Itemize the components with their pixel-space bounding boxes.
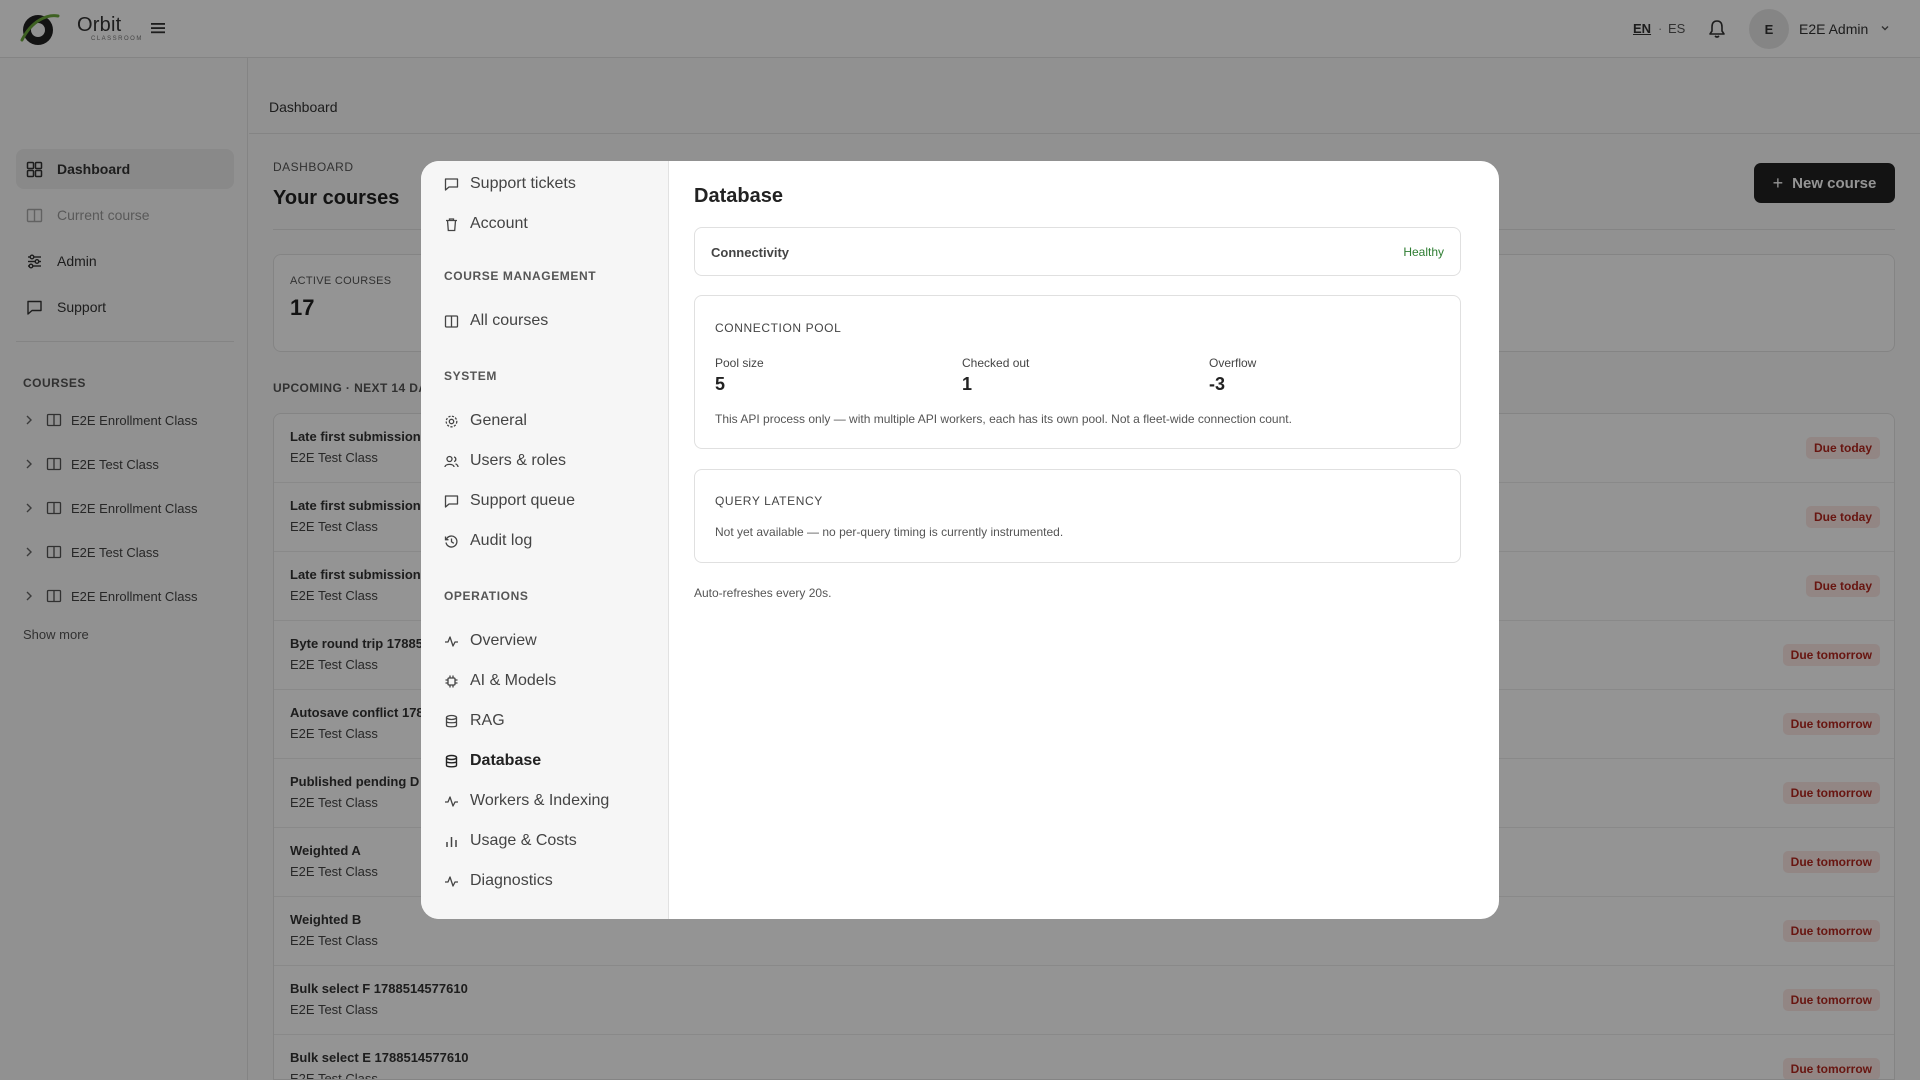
modal-nav-label: Overview: [470, 632, 537, 649]
modal-nav-label: General: [470, 412, 527, 429]
chat-icon: [444, 177, 459, 191]
checked-out-stat: Checked out 1: [962, 356, 1029, 395]
modal-nav-label: Support tickets: [470, 175, 576, 192]
modal-nav-label: Support queue: [470, 492, 575, 509]
connectivity-card: Connectivity Healthy: [694, 227, 1461, 276]
modal-nav-account[interactable]: Account: [444, 211, 528, 237]
users-icon: [444, 455, 459, 467]
modal-nav-label: Account: [470, 215, 528, 232]
bar-chart-icon: [446, 836, 457, 847]
pulse-icon: [445, 875, 458, 887]
database-icon: [445, 714, 458, 727]
history-icon: [444, 534, 458, 548]
pulse-icon: [445, 795, 458, 807]
modal-nav-label: RAG: [470, 712, 505, 729]
modal-nav-support-tickets[interactable]: Support tickets: [444, 171, 576, 197]
stat-value: 1: [962, 374, 973, 394]
stat-label: Overflow: [1209, 356, 1257, 370]
trash-icon: [446, 217, 457, 231]
connectivity-label: Connectivity: [711, 245, 790, 260]
modal-nav-label: Database: [470, 752, 542, 769]
cpu-icon: [445, 675, 458, 687]
stat-value: 5: [715, 374, 726, 394]
modal-nav-label: All courses: [470, 312, 549, 329]
modal-nav-workers-indexing[interactable]: Workers & Indexing: [444, 788, 609, 814]
modal-nav: Support tickets Account COURSE MANAGEMEN…: [421, 161, 669, 919]
card-heading: CONNECTION POOL: [715, 321, 842, 335]
modal-nav-usage-costs[interactable]: Usage & Costs: [444, 828, 577, 854]
pulse-icon: [445, 635, 458, 647]
gear-icon: [445, 415, 458, 427]
modal-nav-database[interactable]: Database: [444, 748, 541, 774]
overflow-stat: Overflow -3: [1209, 356, 1256, 395]
database-icon: [445, 754, 458, 767]
book-icon: [444, 314, 459, 328]
latency-note: Not yet available — no per-query timing …: [715, 525, 1064, 539]
modal-section-heading: COURSE MANAGEMENT: [444, 269, 597, 283]
query-latency-card: QUERY LATENCY Not yet available — no per…: [694, 469, 1461, 563]
pool-note: This API process only — with multiple AP…: [715, 412, 1292, 426]
modal-nav-users-roles[interactable]: Users & roles: [444, 448, 566, 474]
modal-nav-label: Users & roles: [470, 452, 567, 469]
modal-nav-label: AI & Models: [470, 672, 557, 689]
database-panel: Database Connectivity Healthy CONNECTION…: [669, 161, 1499, 919]
modal-nav-support-queue[interactable]: Support queue: [444, 488, 575, 514]
stat-value: -3: [1209, 374, 1226, 394]
chat-icon: [444, 494, 459, 508]
status-badge: Healthy: [1403, 245, 1444, 259]
card-heading: QUERY LATENCY: [715, 494, 823, 508]
refresh-note: Auto-refreshes every 20s.: [694, 586, 832, 600]
connection-pool-card: CONNECTION POOL Pool size 5 Checked out …: [694, 295, 1461, 449]
modal-nav-overview[interactable]: Overview: [444, 628, 537, 654]
modal-nav-ai-models[interactable]: AI & Models: [444, 668, 556, 694]
modal-nav-all-courses[interactable]: All courses: [444, 308, 548, 334]
modal-section-heading: SYSTEM: [444, 369, 497, 383]
panel-title: Database: [694, 185, 783, 207]
modal-nav-label: Usage & Costs: [470, 832, 577, 849]
modal-nav-general[interactable]: General: [444, 408, 527, 434]
stat-label: Pool size: [715, 356, 764, 370]
modal-nav-rag[interactable]: RAG: [444, 708, 505, 734]
admin-settings-modal: Support tickets Account COURSE MANAGEMEN…: [421, 161, 1499, 919]
modal-section-heading: OPERATIONS: [444, 589, 529, 603]
modal-nav-diagnostics[interactable]: Diagnostics: [444, 868, 553, 894]
stat-label: Checked out: [962, 356, 1030, 370]
modal-nav-audit-log[interactable]: Audit log: [444, 528, 532, 554]
modal-nav-label: Workers & Indexing: [470, 792, 610, 809]
modal-nav-label: Audit log: [470, 532, 533, 549]
pool-size-stat: Pool size 5: [715, 356, 764, 395]
modal-nav-label: Diagnostics: [470, 872, 553, 889]
